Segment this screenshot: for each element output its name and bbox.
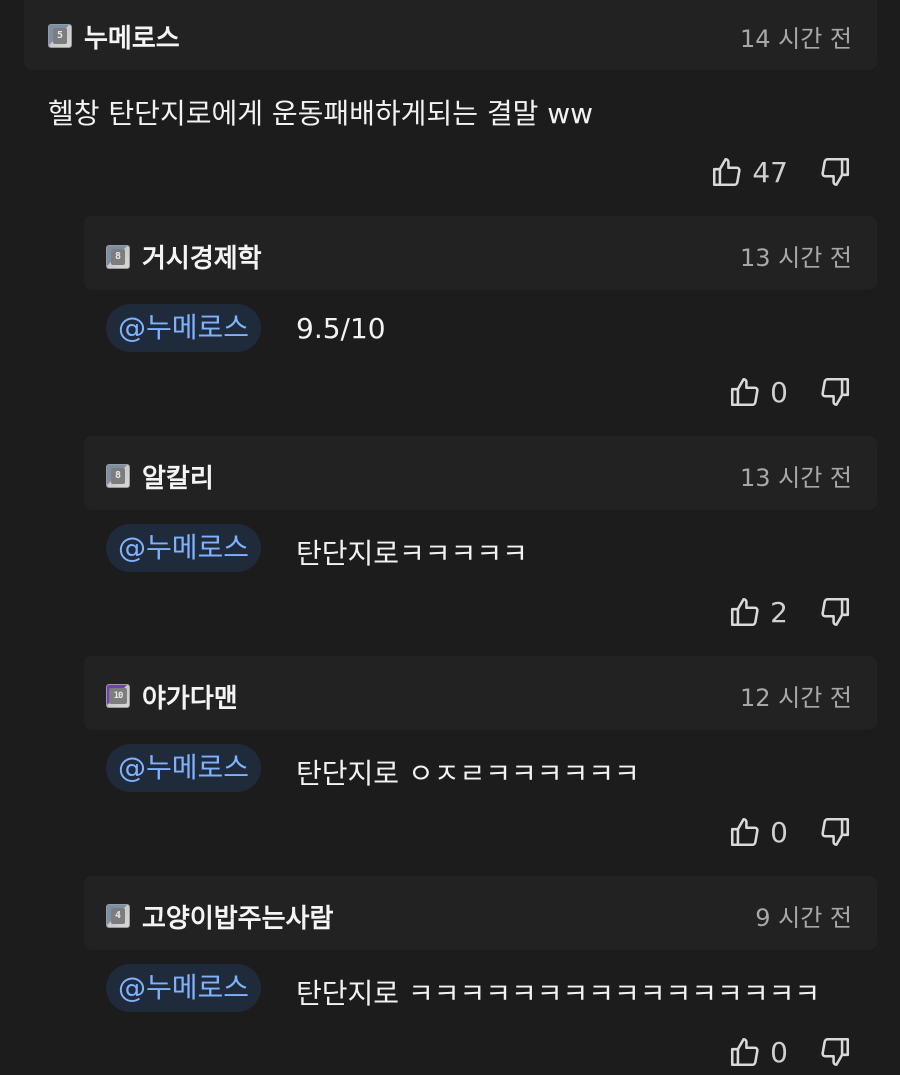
username[interactable]: 고양이밥주는사람: [142, 898, 333, 935]
level-badge-icon: 8: [106, 464, 130, 488]
timestamp: 13 시간 전: [739, 464, 852, 492]
level-badge-icon: 8: [106, 245, 130, 269]
comment-actions: 0: [728, 372, 852, 412]
mention-chip[interactable]: @누메로스: [106, 304, 262, 352]
comment-text: 헬창 탄단지로에게 운동패배하게되는 결말 ww: [48, 97, 594, 130]
level-badge-icon: 4: [106, 904, 130, 928]
level-number: 10: [109, 688, 127, 704]
username[interactable]: 알칼리: [142, 458, 214, 495]
timestamp: 14 시간 전: [739, 25, 852, 53]
mention-chip[interactable]: @누메로스: [106, 744, 262, 792]
comment: 5 누메로스 14 시간 전 헬창 탄단지로에게 운동패배하게되는 결말 ww …: [0, 0, 900, 215]
reply-comment: 10 야가다맨 12 시간 전 @누메로스 탄단지로 ㅇㅈㄹㅋㅋㅋㅋㅋㅋ 0: [0, 656, 900, 876]
like-count: 47: [752, 155, 788, 189]
username[interactable]: 누메로스: [84, 18, 180, 55]
thumbs-up-icon[interactable]: [728, 1035, 762, 1069]
timestamp: 12 시간 전: [739, 684, 852, 712]
username[interactable]: 야가다맨: [142, 678, 238, 715]
comment-text: 탄단지로ㅋㅋㅋㅋㅋ: [296, 537, 528, 570]
mention-chip[interactable]: @누메로스: [106, 524, 262, 572]
timestamp: 13 시간 전: [739, 244, 852, 272]
thumbs-up-icon[interactable]: [728, 375, 762, 409]
thumbs-down-icon[interactable]: [818, 155, 852, 189]
thumbs-up-icon[interactable]: [728, 595, 762, 629]
comment-actions: 0: [728, 1032, 852, 1072]
comment-text: 탄단지로 ㅇㅈㄹㅋㅋㅋㅋㅋㅋ: [296, 757, 640, 790]
username[interactable]: 거시경제학: [142, 238, 262, 275]
level-number: 5: [53, 28, 67, 44]
comment-actions: 47: [710, 152, 852, 192]
level-badge-icon: 5: [48, 24, 72, 48]
like-count: 0: [770, 375, 788, 409]
comment-actions: 0: [728, 812, 852, 852]
reply-comment: 8 거시경제학 13 시간 전 @누메로스 9.5/10 0: [0, 216, 900, 436]
timestamp: 9 시간 전: [755, 904, 852, 932]
like-count: 0: [770, 815, 788, 849]
thumbs-up-icon[interactable]: [728, 815, 762, 849]
thumbs-down-icon[interactable]: [818, 815, 852, 849]
thumbs-down-icon[interactable]: [818, 1035, 852, 1069]
reply-comment: 4 고양이밥주는사람 9 시간 전 @누메로스 탄단지로 ㅋㅋㅋㅋㅋㅋㅋㅋㅋㅋㅋ…: [0, 876, 900, 1075]
level-number: 4: [111, 908, 125, 924]
level-number: 8: [111, 249, 125, 265]
thumbs-down-icon[interactable]: [818, 595, 852, 629]
comment-actions: 2: [728, 592, 852, 632]
comment-text: 9.5/10: [296, 312, 386, 345]
like-count: 2: [770, 595, 788, 629]
comment-text: 탄단지로 ㅋㅋㅋㅋㅋㅋㅋㅋㅋㅋㅋㅋㅋㅋㅋㅋ: [296, 977, 821, 1010]
level-badge-icon: 10: [106, 684, 130, 708]
level-number: 8: [111, 468, 125, 484]
thumbs-up-icon[interactable]: [710, 155, 744, 189]
reply-comment: 8 알칼리 13 시간 전 @누메로스 탄단지로ㅋㅋㅋㅋㅋ 2: [0, 436, 900, 656]
thumbs-down-icon[interactable]: [818, 375, 852, 409]
mention-chip[interactable]: @누메로스: [106, 964, 262, 1012]
like-count: 0: [770, 1035, 788, 1069]
